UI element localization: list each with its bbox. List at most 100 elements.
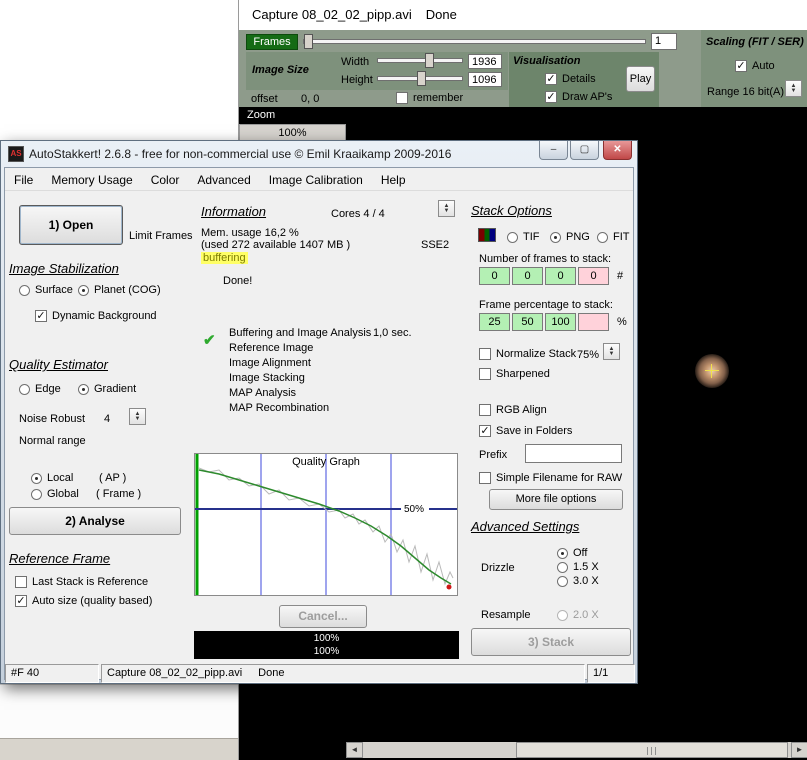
frames-box-2[interactable]: 0	[512, 267, 543, 285]
horizontal-scrollbar[interactable]: ◄ ►	[346, 742, 807, 758]
radio-drizzle-15-dot[interactable]	[557, 561, 568, 573]
normalize-stack-checkbox[interactable]: Normalize Stack	[479, 347, 576, 361]
radio-surface-dot[interactable]	[19, 284, 30, 296]
radio-resample-20[interactable]: 2.0 X	[557, 608, 599, 622]
close-button[interactable]: ✕	[603, 141, 632, 160]
sharpened-checkbox[interactable]: Sharpened	[479, 367, 550, 381]
stack-button[interactable]: 3) Stack	[471, 628, 631, 656]
cancel-button[interactable]: Cancel...	[279, 605, 367, 628]
pct-box-3[interactable]: 100	[545, 313, 576, 331]
radio-local[interactable]: Local	[31, 471, 73, 485]
radio-planet-dot[interactable]	[78, 284, 89, 296]
radio-drizzle-30[interactable]: 3.0 X	[557, 574, 599, 588]
menu-help[interactable]: Help	[372, 170, 415, 190]
auto-size-checkbox[interactable]: ✓ Auto size (quality based)	[15, 594, 152, 608]
analyse-button[interactable]: 2) Analyse	[9, 507, 181, 535]
radio-local-dot[interactable]	[31, 472, 42, 484]
open-button[interactable]: 1) Open	[19, 205, 123, 245]
radio-tif-dot[interactable]	[507, 231, 518, 243]
frames-slider[interactable]	[303, 34, 646, 50]
radio-surface[interactable]: Surface	[19, 283, 73, 297]
rgb-align-box[interactable]	[479, 404, 491, 416]
scroll-left-icon[interactable]: ◄	[346, 742, 363, 758]
menu-image-calibration[interactable]: Image Calibration	[260, 170, 372, 190]
width-slider[interactable]	[377, 53, 463, 69]
details-checkbox-box[interactable]: ✓	[545, 73, 557, 85]
auto-checkbox[interactable]: ✓ Auto	[735, 59, 775, 73]
rgb-align-checkbox[interactable]: RGB Align	[479, 403, 547, 417]
capture-title: Capture 08_02_02_pipp.avi	[252, 7, 412, 22]
radio-edge-dot[interactable]	[19, 383, 30, 395]
radio-png[interactable]: PNG	[550, 230, 590, 244]
more-file-options-button[interactable]: More file options	[489, 489, 623, 510]
draw-aps-checkbox-box[interactable]: ✓	[545, 91, 557, 103]
draw-aps-checkbox[interactable]: ✓ Draw AP's	[545, 90, 612, 104]
radio-drizzle-off-dot[interactable]	[557, 547, 568, 559]
range-spinner[interactable]: ▲ ▼	[785, 80, 802, 97]
radio-fit-dot[interactable]	[597, 231, 608, 243]
capture-toolbar: Frames 1 Image Size Width 1936 Height 10…	[239, 30, 807, 107]
radio-edge[interactable]: Edge	[19, 382, 61, 396]
radio-drizzle-30-dot[interactable]	[557, 575, 568, 587]
auto-checkbox-box[interactable]: ✓	[735, 60, 747, 72]
normalize-spinner[interactable]: ▲ ▼	[603, 343, 620, 360]
status-pages: 1/1	[587, 664, 635, 683]
cores-spinner[interactable]: ▲ ▼	[438, 200, 455, 217]
height-value[interactable]: 1096	[468, 72, 502, 87]
scroll-right-icon[interactable]: ►	[791, 742, 807, 758]
maximize-button[interactable]: ▢	[570, 141, 599, 160]
radio-png-dot[interactable]	[550, 231, 561, 243]
prefix-input[interactable]	[525, 444, 622, 463]
menu-color[interactable]: Color	[142, 170, 189, 190]
menu-file[interactable]: File	[5, 170, 42, 190]
pct-box-2[interactable]: 50	[512, 313, 543, 331]
play-button[interactable]: Play	[626, 66, 655, 92]
height-slider[interactable]	[377, 71, 463, 87]
normalize-stack-box[interactable]	[479, 348, 491, 360]
remember-checkbox-box[interactable]	[396, 92, 408, 104]
dynamic-background-box[interactable]: ✓	[35, 310, 47, 322]
auto-size-box[interactable]: ✓	[15, 595, 27, 607]
radio-gradient[interactable]: Gradient	[78, 382, 136, 396]
scrollbar-thumb[interactable]	[516, 742, 788, 758]
simple-filename-box[interactable]	[479, 472, 491, 484]
color-mode-icon[interactable]	[478, 228, 496, 242]
frames-box-4[interactable]: 0	[578, 267, 609, 285]
pct-box-4[interactable]	[578, 313, 609, 331]
radio-fit[interactable]: FIT	[597, 230, 630, 244]
menu-advanced[interactable]: Advanced	[188, 170, 259, 190]
sharpened-box[interactable]	[479, 368, 491, 380]
radio-drizzle-off[interactable]: Off	[557, 546, 587, 560]
save-folders-checkbox[interactable]: ✓ Save in Folders	[479, 424, 572, 438]
radio-gradient-dot[interactable]	[78, 383, 89, 395]
pct-box-1[interactable]: 25	[479, 313, 510, 331]
minimize-button[interactable]: –	[539, 141, 568, 160]
title-bar[interactable]: AS AutoStakkert! 2.6.8 - free for non-co…	[1, 141, 637, 167]
width-value[interactable]: 1936	[468, 54, 502, 69]
last-stack-box[interactable]	[15, 576, 27, 588]
section-quality-estimator: Quality Estimator	[9, 357, 108, 372]
details-checkbox[interactable]: ✓ Details	[545, 72, 596, 86]
noise-robust-value: 4	[104, 413, 111, 425]
radio-global[interactable]: Global	[31, 487, 79, 501]
frames-slider-thumb[interactable]	[304, 34, 313, 49]
noise-robust-spinner[interactable]: ▲ ▼	[129, 408, 146, 425]
radio-resample-20-dot[interactable]	[557, 609, 568, 621]
radio-drizzle-15[interactable]: 1.5 X	[557, 560, 599, 574]
menu-memory-usage[interactable]: Memory Usage	[42, 170, 141, 190]
zoom-value-dropdown[interactable]: 100%	[239, 124, 346, 141]
width-slider-thumb[interactable]	[425, 53, 434, 68]
section-advanced-settings: Advanced Settings	[471, 519, 580, 534]
frames-box-3[interactable]: 0	[545, 267, 576, 285]
frames-value-input[interactable]: 1	[651, 33, 677, 50]
remember-checkbox[interactable]: remember	[396, 91, 463, 105]
simple-filename-checkbox[interactable]: Simple Filename for RAW	[479, 471, 622, 485]
dynamic-background-checkbox[interactable]: ✓ Dynamic Background	[35, 309, 157, 323]
height-slider-thumb[interactable]	[417, 71, 426, 86]
radio-planet[interactable]: Planet (COG)	[78, 283, 161, 297]
frames-box-1[interactable]: 0	[479, 267, 510, 285]
radio-tif[interactable]: TIF	[507, 230, 540, 244]
last-stack-checkbox[interactable]: Last Stack is Reference	[15, 575, 148, 589]
save-folders-box[interactable]: ✓	[479, 425, 491, 437]
radio-global-dot[interactable]	[31, 488, 42, 500]
